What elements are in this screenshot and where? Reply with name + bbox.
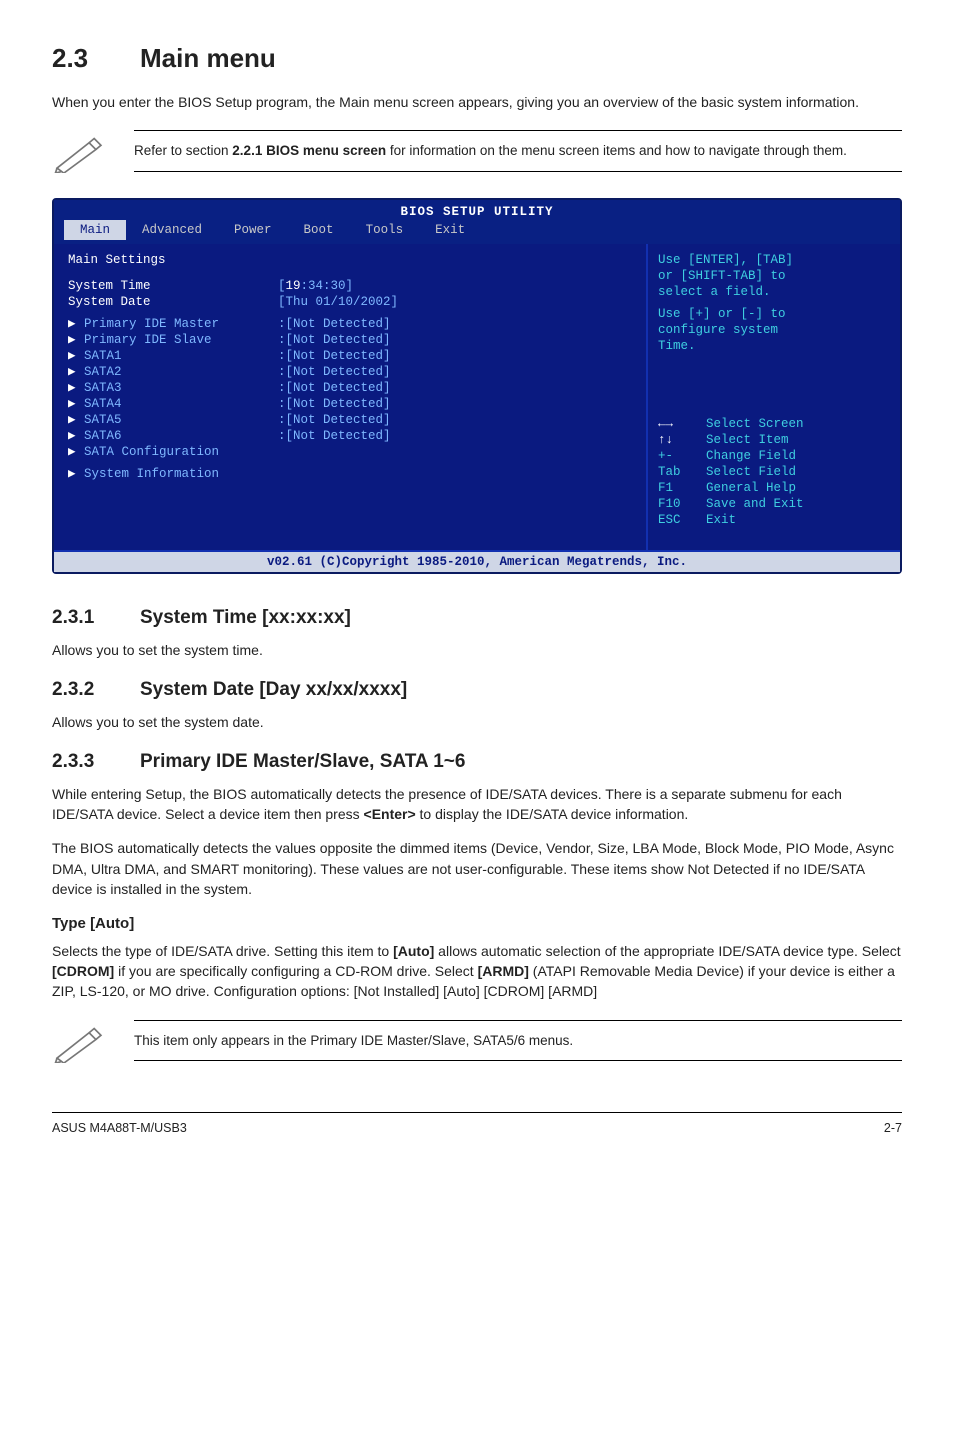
bios-screenshot: BIOS SETUP UTILITY Main Advanced Power B… [52, 198, 902, 574]
section-heading: 2.3Main menu [52, 40, 902, 78]
page-footer: ASUS M4A88T-M/USB3 2-7 [52, 1112, 902, 1137]
type-auto-heading: Type [Auto] [52, 913, 902, 935]
bios-legend-row: +-Change Field [658, 448, 890, 464]
bios-help-pane: Use [ENTER], [TAB] or [SHIFT-TAB] to sel… [648, 244, 900, 550]
triangle-icon: ▶ [68, 444, 84, 460]
triangle-icon: ▶ [68, 364, 84, 380]
bios-title: BIOS SETUP UTILITY [54, 200, 900, 220]
triangle-icon: ▶ [68, 396, 84, 412]
triangle-icon: ▶ [68, 380, 84, 396]
body-231: Allows you to set the system time. [52, 640, 902, 660]
bios-item-row: ▶SATA5:[Not Detected] [68, 412, 634, 428]
body-233-p1: While entering Setup, the BIOS automatic… [52, 784, 902, 825]
triangle-icon: ▶ [68, 412, 84, 428]
bios-legend-row: TabSelect Field [658, 464, 890, 480]
bios-item-row: ▶SATA1:[Not Detected] [68, 348, 634, 364]
bios-item-row: ▶SATA2:[Not Detected] [68, 364, 634, 380]
type-auto-body: Selects the type of IDE/SATA drive. Sett… [52, 941, 902, 1002]
bios-left-pane: Main Settings System Time [19:34:30] Sys… [54, 244, 648, 550]
note-refer: Refer to section 2.2.1 BIOS menu screen … [52, 130, 902, 178]
body-232: Allows you to set the system date. [52, 712, 902, 732]
bios-menubar: Main Advanced Power Boot Tools Exit [54, 220, 900, 244]
bios-item-row: ▶Primary IDE Slave:[Not Detected] [68, 332, 634, 348]
triangle-icon: ▶ [68, 348, 84, 364]
subsection-232: 2.3.2System Date [Day xx/xx/xxxx] [52, 676, 902, 704]
bios-item-row: ▶SATA4:[Not Detected] [68, 396, 634, 412]
bios-tab-power: Power [218, 220, 288, 240]
pencil-icon [52, 130, 112, 178]
bios-tab-boot: Boot [288, 220, 350, 240]
bios-tab-exit: Exit [419, 220, 481, 240]
footer-left: ASUS M4A88T-M/USB3 [52, 1119, 187, 1137]
body-233-p2: The BIOS automatically detects the value… [52, 838, 902, 899]
triangle-icon: ▶ [68, 316, 84, 332]
footer-right: 2-7 [884, 1119, 902, 1137]
bios-footer: v02.61 (C)Copyright 1985-2010, American … [54, 550, 900, 572]
intro-paragraph: When you enter the BIOS Setup program, t… [52, 92, 902, 112]
bios-legend-row: F1General Help [658, 480, 890, 496]
triangle-icon: ▶ [68, 466, 84, 482]
pencil-icon [52, 1020, 112, 1068]
section-title: Main menu [140, 43, 276, 73]
bios-legend-row: ←→Select Screen [658, 416, 890, 432]
subsection-233: 2.3.3Primary IDE Master/Slave, SATA 1~6 [52, 748, 902, 776]
note-text: This item only appears in the Primary ID… [134, 1020, 902, 1062]
bios-item-row: ▶SATA3:[Not Detected] [68, 380, 634, 396]
bios-legend-row: ESCExit [658, 512, 890, 528]
subsection-231: 2.3.1System Time [xx:xx:xx] [52, 604, 902, 632]
triangle-icon: ▶ [68, 332, 84, 348]
bios-legend-row: F10Save and Exit [658, 496, 890, 512]
bios-tab-main: Main [64, 220, 126, 240]
section-number: 2.3 [52, 40, 140, 78]
bios-system-date: System Date [Thu 01/10/2002] [68, 294, 634, 310]
bios-system-time: System Time [19:34:30] [68, 278, 634, 294]
note-item-appears: This item only appears in the Primary ID… [52, 1020, 902, 1068]
note-text: Refer to section 2.2.1 BIOS menu screen … [134, 130, 902, 172]
bios-system-information: ▶System Information [68, 466, 634, 482]
bios-item-row: ▶Primary IDE Master:[Not Detected] [68, 316, 634, 332]
triangle-icon: ▶ [68, 428, 84, 444]
bios-main-settings: Main Settings [68, 252, 634, 268]
bios-sata-config: ▶SATA Configuration [68, 444, 634, 460]
bios-tab-advanced: Advanced [126, 220, 218, 240]
bios-legend-row: ↑↓Select Item [658, 432, 890, 448]
bios-item-row: ▶SATA6:[Not Detected] [68, 428, 634, 444]
bios-tab-tools: Tools [350, 220, 420, 240]
